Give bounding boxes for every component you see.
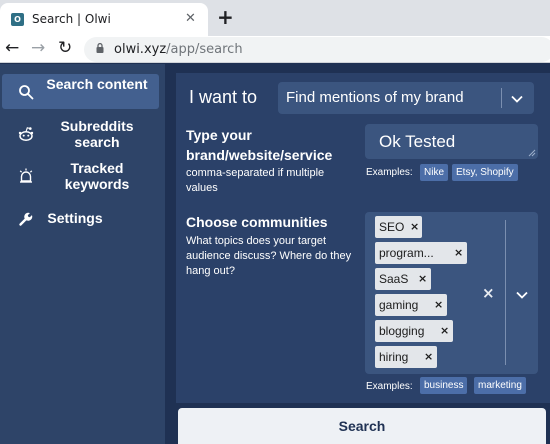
brand-field-title: Type your brand/website/service: [186, 127, 333, 163]
tab-strip: O Search | Olwi ✕ +: [0, 0, 550, 36]
community-tag: SaaS ×: [375, 268, 431, 290]
browser-tab[interactable]: O Search | Olwi ✕: [0, 3, 208, 36]
community-tag: hiring ×: [375, 346, 437, 368]
remove-tag-icon[interactable]: ×: [454, 242, 463, 264]
chevron-down-icon[interactable]: [514, 287, 530, 303]
communities-field-hint: What topics does your target audience di…: [186, 235, 352, 277]
sidebar-item-tracked-keywords[interactable]: Tracked keywords: [2, 158, 159, 193]
community-tag: program... ×: [375, 242, 467, 264]
community-tag-label: SEO: [379, 220, 405, 234]
sidebar-item-settings[interactable]: Settings: [2, 201, 159, 236]
intent-label: I want to: [189, 87, 258, 107]
community-tag-label: program...: [379, 246, 434, 260]
sidebar-item-label: Search content: [46, 76, 148, 92]
community-tag-label: blogging: [379, 324, 425, 338]
reload-icon[interactable]: ↻: [58, 38, 72, 58]
brand-field-hint: comma-separated if multiple values: [186, 167, 325, 194]
intent-select-value: Find mentions of my brand: [286, 89, 464, 106]
clear-all-icon[interactable]: ×: [482, 284, 495, 302]
sidebar-item-label: Settings: [47, 210, 103, 226]
sidebar-item-subreddits-search[interactable]: Subreddits search: [2, 116, 159, 151]
sidebar-item-label: Tracked keywords: [64, 160, 130, 192]
search-button[interactable]: Search: [178, 408, 546, 444]
chevron-down-icon[interactable]: [509, 91, 525, 107]
sidebar-item-label: Subreddits search: [60, 118, 134, 150]
url-path: /app/search: [166, 42, 243, 57]
community-tag-label: gaming: [379, 298, 419, 312]
community-example-chip[interactable]: business: [420, 377, 468, 394]
community-tag-label: hiring: [379, 350, 409, 364]
remove-tag-icon[interactable]: ×: [418, 268, 427, 290]
tab-close-icon[interactable]: ✕: [185, 11, 196, 26]
tab-title: Search | Olwi: [32, 12, 111, 26]
lock-icon: [96, 43, 104, 53]
remove-tag-icon[interactable]: ×: [424, 346, 433, 368]
url-text: olwi.xyz/app/search: [114, 42, 243, 57]
community-tag: blogging ×: [375, 320, 453, 342]
brand-example-chip[interactable]: Nike: [420, 164, 449, 181]
community-example-chip[interactable]: marketing: [474, 377, 526, 394]
back-arrow-icon[interactable]: ←: [5, 38, 19, 58]
browser-toolbar: ← → ↻ olwi.xyz/app/search: [0, 36, 550, 63]
brand-input[interactable]: Ok Tested: [365, 124, 538, 159]
community-tag-label: SaaS: [379, 272, 409, 286]
community-tag: SEO ×: [375, 216, 422, 238]
alarm-icon: [19, 168, 33, 183]
communities-field-title: Choose communities: [186, 214, 328, 230]
sidebar-item-search-content[interactable]: Search content: [2, 74, 159, 109]
new-tab-icon[interactable]: +: [217, 5, 234, 29]
remove-tag-icon[interactable]: ×: [434, 294, 443, 316]
forward-arrow-icon[interactable]: →: [31, 38, 45, 58]
address-bar[interactable]: olwi.xyz/app/search: [84, 37, 550, 62]
sidebar: Search content Subreddits search Tracked…: [0, 64, 165, 444]
multiselect-divider: [505, 220, 506, 365]
resize-handle-icon[interactable]: [528, 149, 536, 157]
community-tag: gaming ×: [375, 294, 447, 316]
intent-select[interactable]: Find mentions of my brand: [278, 82, 534, 114]
url-host: olwi.xyz: [114, 42, 167, 57]
olwi-favicon-icon: O: [11, 13, 24, 26]
remove-tag-icon[interactable]: ×: [410, 216, 419, 238]
reddit-icon: [18, 127, 34, 142]
brand-input-value: Ok Tested: [379, 132, 456, 151]
brand-example-chip[interactable]: Etsy, Shopify: [452, 164, 518, 181]
communities-examples-label: Examples:: [366, 381, 413, 392]
brand-examples-label: Examples:: [366, 167, 413, 178]
remove-tag-icon[interactable]: ×: [440, 320, 449, 342]
search-icon: [19, 85, 34, 100]
communities-multiselect[interactable]: SEO × program... × SaaS × gaming × blogg…: [365, 212, 538, 374]
select-divider: [501, 88, 502, 108]
